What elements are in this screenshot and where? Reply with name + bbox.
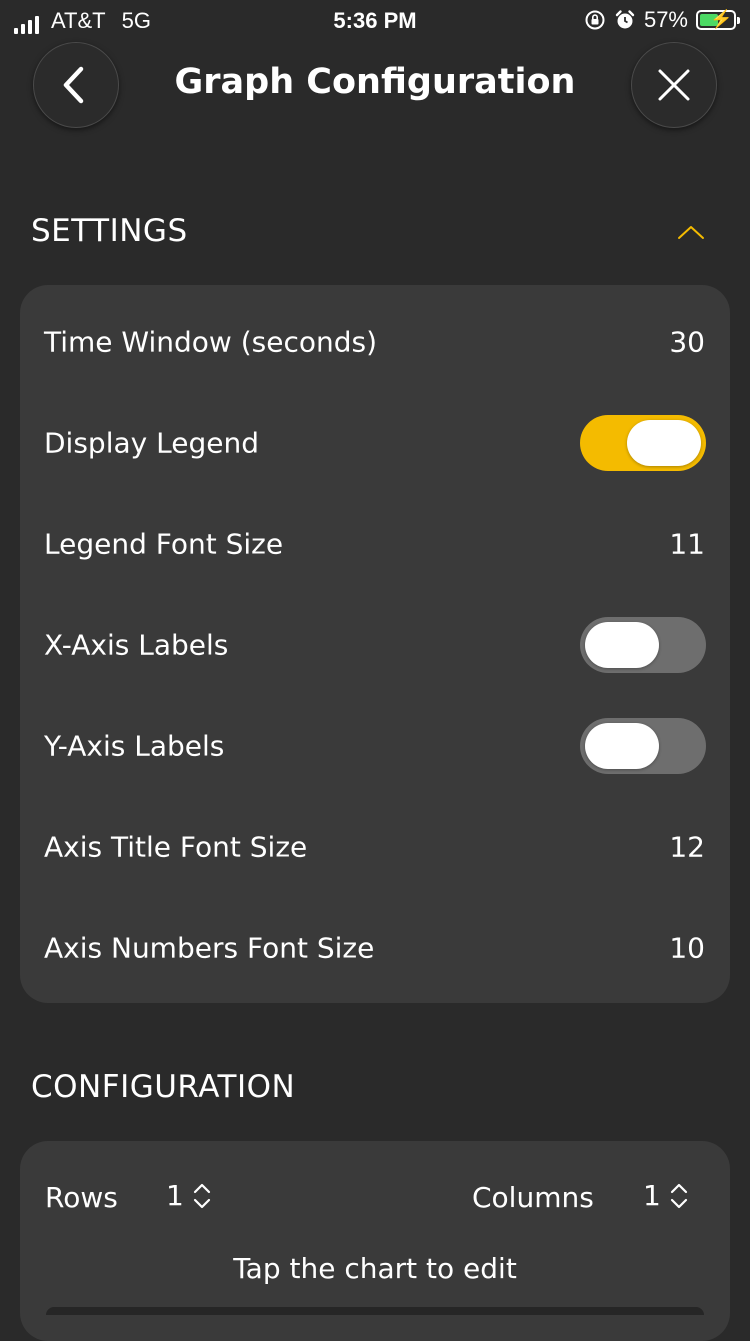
legend-font-size-value[interactable]: 11 bbox=[669, 528, 705, 561]
close-button[interactable] bbox=[631, 42, 717, 128]
settings-section-title: SETTINGS bbox=[31, 213, 188, 249]
legend-font-size-label: Legend Font Size bbox=[44, 527, 284, 561]
time-window-row[interactable]: Time Window (seconds) 30 bbox=[20, 292, 730, 392]
columns-label: Columns bbox=[472, 1181, 594, 1214]
configuration-card: Rows 1 Columns 1 Tap the chart to edit bbox=[20, 1141, 730, 1341]
edit-hint: Tap the chart to edit bbox=[233, 1252, 517, 1285]
battery-icon: ⚡ bbox=[696, 9, 740, 30]
axis-numbers-font-size-row[interactable]: Axis Numbers Font Size 10 bbox=[20, 898, 730, 998]
rows-stepper[interactable]: 1 bbox=[166, 1179, 212, 1212]
axis-title-font-size-label: Axis Title Font Size bbox=[44, 830, 308, 864]
status-bar: AT&T 5G 5:36 PM 57% ⚡ bbox=[0, 0, 750, 40]
y-axis-labels-row: Y-Axis Labels bbox=[20, 696, 730, 796]
x-axis-labels-row: X-Axis Labels bbox=[20, 595, 730, 695]
x-axis-labels-toggle[interactable] bbox=[580, 617, 706, 673]
display-legend-label: Display Legend bbox=[44, 426, 259, 460]
settings-card: Time Window (seconds) 30 Display Legend … bbox=[20, 285, 730, 1003]
alarm-icon bbox=[615, 10, 635, 29]
header: Graph Configuration bbox=[0, 40, 750, 130]
legend-font-size-row[interactable]: Legend Font Size 11 bbox=[20, 494, 730, 594]
rows-label: Rows bbox=[45, 1181, 118, 1214]
battery-percent: 57% bbox=[643, 7, 688, 32]
axis-title-font-size-row[interactable]: Axis Title Font Size 12 bbox=[20, 797, 730, 897]
toggle-knob bbox=[585, 622, 659, 668]
display-legend-toggle[interactable] bbox=[580, 415, 706, 471]
time-window-label: Time Window (seconds) bbox=[44, 325, 378, 359]
time-window-value[interactable]: 30 bbox=[669, 326, 705, 359]
axis-numbers-font-size-label: Axis Numbers Font Size bbox=[44, 931, 375, 965]
rows-value: 1 bbox=[166, 1179, 184, 1212]
configuration-section-title: CONFIGURATION bbox=[31, 1069, 296, 1105]
columns-stepper[interactable]: 1 bbox=[643, 1179, 689, 1212]
toggle-knob bbox=[585, 723, 659, 769]
axis-numbers-font-size-value[interactable]: 10 bbox=[669, 932, 705, 965]
display-legend-row: Display Legend bbox=[20, 393, 730, 493]
charging-bolt-icon: ⚡ bbox=[710, 9, 733, 29]
orientation-lock-icon bbox=[585, 10, 605, 30]
chevron-up-icon[interactable] bbox=[676, 222, 706, 242]
y-axis-labels-label: Y-Axis Labels bbox=[44, 729, 225, 763]
up-down-chevron-icon bbox=[670, 1183, 687, 1208]
y-axis-labels-toggle[interactable] bbox=[580, 718, 706, 774]
up-down-chevron-icon bbox=[193, 1183, 210, 1208]
status-right: 57% ⚡ bbox=[584, 7, 740, 33]
close-icon bbox=[658, 69, 690, 101]
x-axis-labels-label: X-Axis Labels bbox=[44, 628, 229, 662]
columns-value: 1 bbox=[643, 1179, 661, 1212]
toggle-knob bbox=[627, 420, 701, 466]
axis-title-font-size-value[interactable]: 12 bbox=[669, 831, 705, 864]
chart-preview[interactable] bbox=[46, 1307, 704, 1315]
